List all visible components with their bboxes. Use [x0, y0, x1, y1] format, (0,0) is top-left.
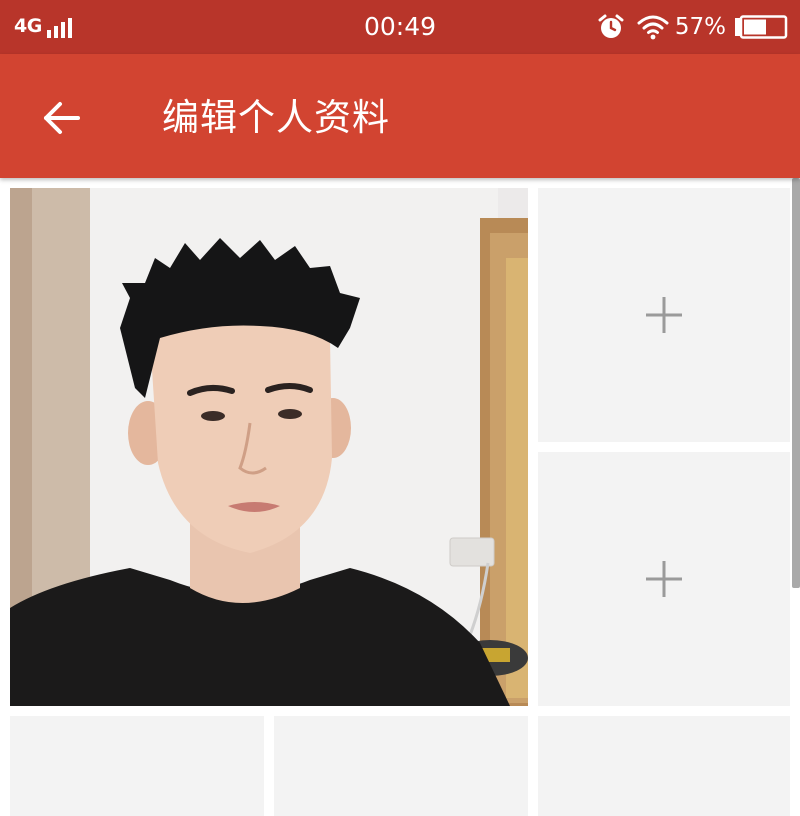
- toolbar: 编辑个人资料: [0, 54, 800, 178]
- arrow-left-icon: [44, 102, 80, 134]
- profile-photo-image: [10, 188, 528, 706]
- battery-percent: 57%: [674, 14, 726, 40]
- page-title: 编辑个人资料: [162, 96, 390, 139]
- photo-slot-2[interactable]: [538, 452, 790, 706]
- status-icons: 57%: [597, 12, 788, 42]
- back-button[interactable]: [36, 92, 88, 144]
- battery-icon: [735, 15, 788, 39]
- plus-icon: [646, 297, 682, 333]
- scrollbar[interactable]: [792, 178, 800, 588]
- alarm-icon: [598, 14, 624, 38]
- profile-photo[interactable]: [10, 188, 528, 706]
- wifi-icon: [637, 15, 669, 40]
- status-bar: 4G 00:49 57%: [0, 0, 800, 54]
- photo-slot-4[interactable]: [274, 716, 528, 816]
- plus-icon: [646, 561, 682, 597]
- photo-slot-3[interactable]: [10, 716, 264, 816]
- photo-grid: [0, 178, 800, 816]
- photo-slot-5[interactable]: [538, 716, 790, 816]
- photo-slot-1[interactable]: [538, 188, 790, 442]
